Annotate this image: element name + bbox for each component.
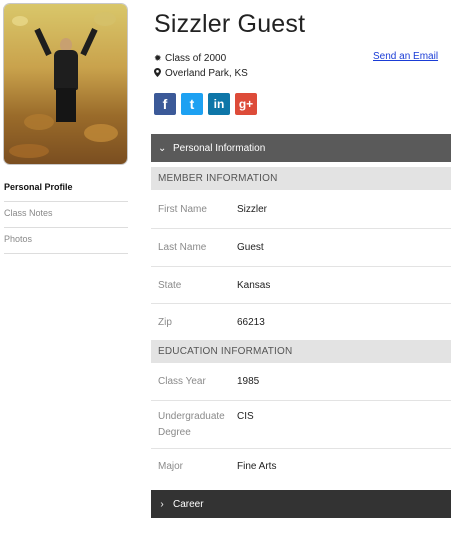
field-row-first-name: First Name Sizzler (151, 190, 451, 229)
sidebar-item-personal-profile[interactable]: Personal Profile (4, 176, 128, 202)
google-plus-icon[interactable]: g+ (235, 93, 257, 115)
chevron-down-icon: ⌄ (158, 142, 167, 154)
field-row-major: Major Fine Arts (151, 449, 451, 487)
send-email-link[interactable]: Send an Email (373, 51, 438, 62)
field-label: First Name (158, 204, 207, 215)
gear-icon: ✹ (154, 53, 162, 63)
field-row-last-name: Last Name Guest (151, 229, 451, 267)
field-label: Class Year (158, 376, 206, 387)
field-row-class-year: Class Year 1985 (151, 363, 451, 401)
sidebar-item-photos[interactable]: Photos (4, 228, 128, 254)
field-row-state: State Kansas (151, 267, 451, 304)
field-row-zip: Zip 66213 (151, 304, 451, 341)
field-value: 66213 (237, 317, 265, 328)
facebook-icon[interactable]: f (154, 93, 176, 115)
career-toggle[interactable]: › Career (151, 490, 451, 518)
field-value: Guest (237, 242, 264, 253)
field-value: Kansas (237, 280, 271, 291)
class-year-text: Class of 2000 (165, 53, 227, 64)
field-label: Zip (158, 317, 172, 328)
profile-name: Sizzler Guest (154, 10, 306, 38)
linkedin-icon[interactable]: in (208, 93, 230, 115)
location-text: Overland Park, KS (165, 68, 248, 79)
map-marker-icon (154, 68, 163, 79)
field-value: Fine Arts (237, 461, 277, 472)
member-information-header: MEMBER INFORMATION (151, 167, 451, 190)
profile-meta: ✹ Class of 2000 Overland Park, KS (154, 51, 248, 81)
field-label: Last Name (158, 242, 207, 253)
personal-information-toggle[interactable]: ⌄ Personal Information (151, 134, 451, 162)
education-information-header: EDUCATION INFORMATION (151, 340, 451, 363)
field-value: 1985 (237, 376, 260, 387)
field-row-undergraduate-degree: Undergraduate Degree CIS (151, 401, 451, 449)
panel-title: Personal Information (173, 142, 266, 154)
chevron-right-icon: › (160, 498, 164, 510)
field-label: Major (158, 461, 184, 472)
field-label: Undergraduate Degree (158, 411, 225, 438)
sidebar-nav: Personal Profile Class Notes Photos (4, 176, 128, 254)
profile-photo (4, 4, 127, 164)
twitter-icon[interactable]: t (181, 93, 203, 115)
field-value: Sizzler (237, 204, 268, 215)
field-value: CIS (237, 411, 254, 422)
field-label: State (158, 280, 182, 291)
social-share-bar: f t in g+ (154, 93, 257, 115)
sidebar-item-class-notes[interactable]: Class Notes (4, 202, 128, 228)
panel-title: Career (173, 498, 204, 510)
